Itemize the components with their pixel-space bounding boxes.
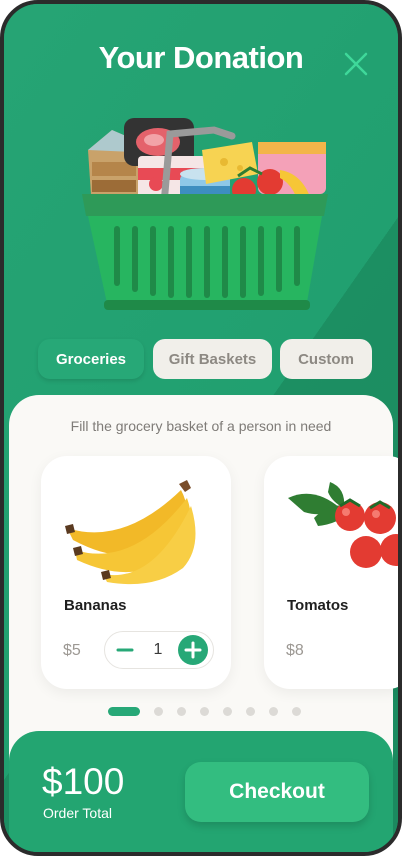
tab-gift-baskets[interactable]: Gift Baskets xyxy=(153,339,272,379)
pagination-dot[interactable] xyxy=(269,707,278,716)
checkout-button-label: Checkout xyxy=(229,780,325,803)
product-name: Tomatos xyxy=(287,597,349,614)
pagination-dot[interactable] xyxy=(200,707,209,716)
pagination-dot[interactable] xyxy=(177,707,186,716)
category-tabs: Groceries Gift Baskets Custom xyxy=(4,339,398,379)
tab-label: Groceries xyxy=(55,350,127,368)
order-total-amount: $100 xyxy=(42,761,125,802)
product-price: $8 xyxy=(286,642,304,659)
minus-icon[interactable] xyxy=(113,638,137,662)
order-total-label: Order Total xyxy=(43,805,112,821)
phone-frame: Your Donation Groceries Gift Baskets Cus… xyxy=(0,0,402,856)
product-card-tomatos[interactable]: Tomatos $8 xyxy=(264,456,398,689)
product-name: Bananas xyxy=(64,597,127,614)
page-title: Your Donation xyxy=(98,40,304,75)
quantity-stepper: 1 xyxy=(104,631,214,669)
product-price: $5 xyxy=(63,642,81,659)
pagination-dot[interactable] xyxy=(223,707,232,716)
plus-icon[interactable] xyxy=(178,635,208,665)
tab-label: Gift Baskets xyxy=(168,350,257,368)
pagination-dot[interactable] xyxy=(154,707,163,716)
carousel-pagination xyxy=(4,707,398,717)
quantity-value: 1 xyxy=(153,641,163,658)
grocery-basket-illustration xyxy=(74,112,336,317)
tomatoes-illustration xyxy=(284,478,398,578)
pagination-dot-active[interactable] xyxy=(108,707,140,716)
pagination-dot[interactable] xyxy=(292,707,301,716)
bananas-illustration xyxy=(63,476,203,586)
tab-label: Custom xyxy=(298,350,354,368)
panel-subtitle: Fill the grocery basket of a person in n… xyxy=(70,418,332,434)
product-card-bananas[interactable]: Bananas $5 1 xyxy=(41,456,231,689)
checkout-button[interactable]: Checkout xyxy=(185,762,369,822)
tab-groceries[interactable]: Groceries xyxy=(38,339,144,379)
tab-custom[interactable]: Custom xyxy=(280,339,372,379)
close-icon[interactable] xyxy=(342,50,370,78)
pagination-dot[interactable] xyxy=(246,707,255,716)
